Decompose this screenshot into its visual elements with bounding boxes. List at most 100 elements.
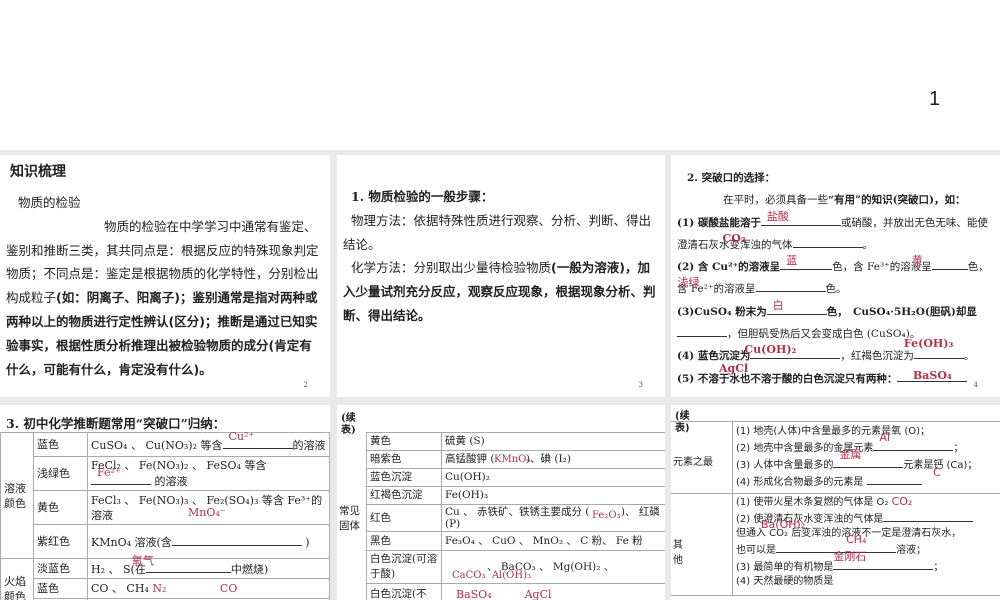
item-1: (1) 碳酸盐能溶于 [677,216,761,229]
slide-body: 2. 突破口的选择： 在平时，必须具备一些“有用”的知识(突破口)，如： (1)… [677,167,993,390]
answer: N₂ [152,582,167,595]
heading: 1. 物质检验的一般步骤： [351,189,494,204]
group-label: 火焰颜色 [0,558,34,600]
item-3-end: ，但胆矾受热后又会变成白色 (CuSO₄)。 [727,328,921,341]
answer: CO₂ [891,495,913,508]
answer: C [933,466,941,479]
answer: CaCO₃ Al(OH)₃ [452,570,531,581]
intro: 在平时，必须具备一些 [723,194,828,207]
color-cell: 黄色 [366,432,442,451]
desc: KMnO₄ 溶液(含 [91,535,172,549]
desc: Fe₃O₄ 、 CuO 、 MnO₂ 、 C 粉、 Fe 粉 [441,531,665,551]
answer: Cu²⁺ [228,429,255,443]
desc: CO 、 CH₄ [91,582,149,595]
color-cell: 暗紫色 [366,450,442,469]
answer: 氧气 [131,553,154,567]
answer: Ba(OH)₂ [761,518,806,531]
group-label: 常见固体 [337,432,367,600]
answer: Al [879,431,890,444]
slide-number: 2 [303,381,308,389]
slide-body: 物质的检验 物质的检验在中学学习中通常有鉴定、鉴别和推断三类，其共同点是：根据反… [6,191,324,381]
color-cell: 紫红色 [33,524,88,559]
chemical-method: 化学方法：分别取出少量待检验物质 [351,260,552,276]
list-item-end: 溶液； [896,545,926,556]
item-4-end: 。 [963,350,975,363]
answer: 盐酸 [766,209,789,223]
subtitle: 物质的检验 [18,195,81,210]
color-cell: 蓝色 [33,578,88,599]
list-item: (4) 天然最硬的物质是 [736,576,834,587]
answer: KMnO₄ [494,454,531,465]
intro-bold: “有用”的知识(突破口)，如： [828,194,966,207]
item-3-text: 色， CuSO₄·5H₂O(胆矾)却显 [826,305,977,318]
heading: 2. 突破口的选择： [687,172,776,184]
list-item: (1) 地壳(人体)中含量最多的元素是氧 (O)； [736,426,930,437]
desc-end: 的溶液 [154,475,188,488]
color-cell: 蓝色沉淀 [366,468,442,487]
list-item: (3) 最简单的有机物是 [736,562,834,573]
group-label: 其 他 [671,493,733,596]
solids-table: 常见固体 黄色 硫黄 (S) 暗紫色 高锰酸钾 ( )、碘 (I₂) KMnO₄ 蓝色沉… [337,432,665,600]
group-label: 元素之最 [671,421,733,494]
color-cell: 白色沉淀(可溶于酸) [366,550,442,584]
slide-3[interactable]: 1. 物质检验的一般步骤： 物理方法：依据特殊性质进行观察、分析、判断、得出结论… [337,155,665,397]
desc-end: ) [305,535,310,549]
item-3: (3)CuSO₄ 粉末为 [677,305,767,318]
slide-title: 知识梳理 [10,164,66,180]
desc: Cu(OH)₂ [441,468,665,487]
color-cell: 淡蓝色 [33,558,88,579]
slide-6[interactable]: (续表) 常见固体 黄色 硫黄 (S) 暗紫色 高锰酸钾 ( )、碘 (I₂) KMnO… [337,405,665,600]
answer: 白 [772,298,784,312]
slide-2[interactable]: 知识梳理 物质的检验 物质的检验在中学学习中通常有鉴定、鉴别和推断三类，其共同点… [0,155,330,397]
item-5: (5) 不溶于水也不溶于酸的白色沉淀只有两种： [677,372,898,385]
answer: Fe(OH)₃ [903,337,954,351]
slide-number: 4 [973,381,978,389]
list-item: (4) 形成化合物最多的元素是 [736,477,864,488]
answer: 金刚石 [833,550,867,563]
answer: 蓝 [786,254,798,268]
desc-end: 中燃烧) [230,562,269,576]
answer: Fe₂O₃ [592,510,621,521]
answer: Cu(OH)₂ [744,343,797,357]
color-cell: 红褐色沉淀 [366,486,442,505]
color-cell: 蓝色 [33,432,88,457]
answer: 黄 [911,254,923,268]
breakthrough-table: 溶液颜色 蓝色 CuSO₄ 、 Cu(NO₃)₂ 等含 Cu²⁺ 的溶液 浅绿色 FeCl… [0,429,330,600]
slide-title: 3. 初中化学推断题常用“突破口”归纳： [6,416,226,431]
desc: 硫黄 (S) [441,432,665,451]
answer: 浅绿 [677,276,700,290]
color-cell: 红色 [366,504,442,532]
punct: 。 [862,238,874,251]
color-cell: 黄色 [33,490,88,525]
list-item: (2) 使澄清石灰水变浑浊的气体是 [736,514,884,525]
color-cell: 黑色 [366,531,442,551]
answer: 金属 [839,448,862,461]
desc: CuSO₄ 、 Cu(NO₃)₂ 等含 [91,438,223,452]
answer: MnO₄⁻ [188,506,226,519]
title-slide: 1 [0,0,1000,150]
page-number: 1 [929,88,941,110]
color-cell: 浅绿色 [33,456,88,491]
desc: Fe(OH)₃ [441,486,665,505]
desc: Cu 、 赤铁矿、铁锈主要成分 ( )、 红磷 (P) [445,506,660,530]
slide-5[interactable]: 3. 初中化学推断题常用“突破口”归纳： 溶液颜色 蓝色 CuSO₄ 、 Cu(NO… [0,405,330,600]
answer: CH₄ [846,533,867,546]
answer: BaSO₄ AgCl [441,583,665,600]
slide-7[interactable]: (续表) 元素之最 (1) 地壳(人体)中含量最多的元素是氧 (O)； (2) … [671,405,1000,600]
group-label: 溶液颜色 [0,432,34,559]
color-cell: 白色沉淀(不 [366,583,442,600]
slide-4[interactable]: 2. 突破口的选择： 在平时，必须具备一些“有用”的知识(突破口)，如： (1)… [671,155,1000,397]
answer: CO [219,582,238,595]
slide-body: 1. 物质检验的一般步骤： 物理方法：依据特殊性质进行观察、分析、判断、得出结论… [343,185,661,328]
answer: AgCl [719,361,749,375]
item-4-text: ，红褐色沉淀为 [840,350,914,363]
list-item: (1) 使带火星木条复燃的气体是 O₂ [736,497,889,508]
desc-end: 的溶液 [292,438,326,452]
item-2-end: 色。 [825,283,847,296]
list-item: 也可以是 [736,545,776,556]
physical-method: 物理方法：依据特殊性质进行观察、分析、判断、得出结论。 [343,212,652,252]
list-item: (3) 人体中含量最多的 [736,460,834,471]
answer: CO₂ [722,231,746,245]
answer: Fe²⁺ [97,466,121,479]
item-2: (2) 含 Cu²⁺的溶液呈 [677,261,781,274]
